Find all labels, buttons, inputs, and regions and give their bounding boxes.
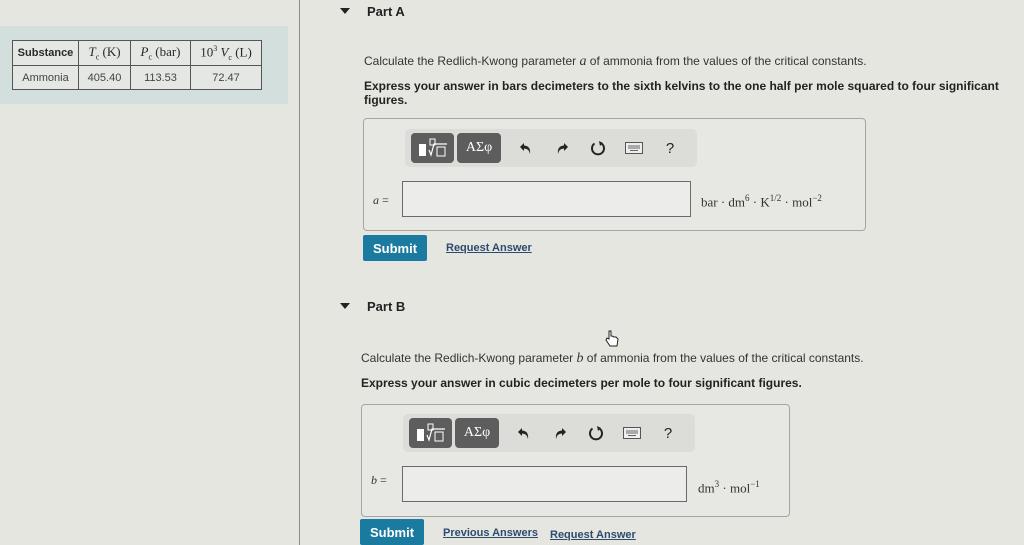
templates-icon xyxy=(416,423,445,442)
cell-pc: 113.53 xyxy=(130,65,191,90)
templates-button[interactable] xyxy=(409,418,452,448)
part-b-units: dm3 · mol−1 xyxy=(698,479,760,496)
part-b-answer-box: ΑΣφ ? b = dm3 · mol−1 xyxy=(361,404,790,517)
redo-icon xyxy=(555,428,566,439)
reset-icon xyxy=(591,141,605,156)
left-panel: Substance Tc (K) Pc (bar) 103 Vc (L) Amm… xyxy=(0,0,300,545)
header-vc: 103 Vc (L) xyxy=(190,40,262,66)
reset-icon xyxy=(589,426,603,441)
part-a-title: Part A xyxy=(367,3,405,19)
keyboard-icon xyxy=(623,427,641,439)
part-b-instruction: Express your answer in cubic decimeters … xyxy=(361,376,802,390)
part-a-variable-label: a = xyxy=(373,193,389,207)
part-a-instruction: Express your answer in bars decimeters t… xyxy=(364,79,999,107)
cell-tc: 405.40 xyxy=(78,65,131,90)
part-b-answer-input[interactable] xyxy=(402,466,687,502)
reset-button[interactable] xyxy=(580,133,616,163)
undo-icon xyxy=(520,143,531,154)
cell-substance: Ammonia xyxy=(12,65,79,90)
help-button[interactable]: ? xyxy=(652,133,688,163)
cell-vc: 72.47 xyxy=(190,65,262,90)
keyboard-icon xyxy=(625,142,643,154)
part-a-question: Calculate the Redlich-Kwong parameter a … xyxy=(364,54,867,69)
table-row: Ammonia 405.40 113.53 72.47 xyxy=(12,65,262,90)
part-b-variable-label: b = xyxy=(371,473,387,487)
collapse-caret-icon[interactable] xyxy=(340,8,350,14)
part-b-title: Part B xyxy=(367,298,406,314)
redo-icon xyxy=(557,143,568,154)
part-a-units: bar · dm6 · K1/2 · mol−2 xyxy=(701,193,822,210)
part-b-previous-answers-link[interactable]: Previous Answers xyxy=(443,527,538,539)
part-a-math-toolbar: ΑΣφ ? xyxy=(405,129,697,167)
part-a-answer-box: ΑΣφ ? a = bar · dm6 · K1/2 · mol−2 xyxy=(363,118,866,231)
header-tc: Tc (K) xyxy=(78,40,131,66)
part-b-question: Calculate the Redlich-Kwong parameter b … xyxy=(361,351,864,366)
part-a-header[interactable]: Part A xyxy=(330,0,1024,22)
greek-symbols-button[interactable]: ΑΣφ xyxy=(455,418,499,448)
part-a-submit-button[interactable]: Submit xyxy=(363,235,427,261)
undo-button[interactable] xyxy=(508,133,544,163)
reset-button[interactable] xyxy=(578,418,614,448)
critical-constants-table: Substance Tc (K) Pc (bar) 103 Vc (L) Amm… xyxy=(12,40,262,90)
redo-button[interactable] xyxy=(544,133,580,163)
collapse-caret-icon[interactable] xyxy=(340,303,350,309)
part-b-submit-button[interactable]: Submit xyxy=(360,519,424,545)
part-b-header[interactable]: Part B xyxy=(330,295,1024,317)
undo-icon xyxy=(518,428,529,439)
part-a-request-answer-link[interactable]: Request Answer xyxy=(446,242,532,254)
table-header-row: Substance Tc (K) Pc (bar) 103 Vc (L) xyxy=(12,40,262,66)
part-b-math-toolbar: ΑΣφ ? xyxy=(403,414,695,452)
redo-button[interactable] xyxy=(542,418,578,448)
help-button[interactable]: ? xyxy=(650,418,686,448)
greek-symbols-button[interactable]: ΑΣφ xyxy=(457,133,501,163)
hand-cursor-icon xyxy=(605,330,619,347)
templates-icon xyxy=(418,138,447,157)
part-b-request-answer-link[interactable]: Request Answer xyxy=(550,529,636,541)
templates-button[interactable] xyxy=(411,133,454,163)
keyboard-button[interactable] xyxy=(616,133,652,163)
undo-button[interactable] xyxy=(506,418,542,448)
keyboard-button[interactable] xyxy=(614,418,650,448)
header-substance: Substance xyxy=(12,40,79,66)
part-a-answer-input[interactable] xyxy=(402,181,691,217)
critical-constants-box: Substance Tc (K) Pc (bar) 103 Vc (L) Amm… xyxy=(0,26,288,104)
header-pc: Pc (bar) xyxy=(130,40,191,66)
